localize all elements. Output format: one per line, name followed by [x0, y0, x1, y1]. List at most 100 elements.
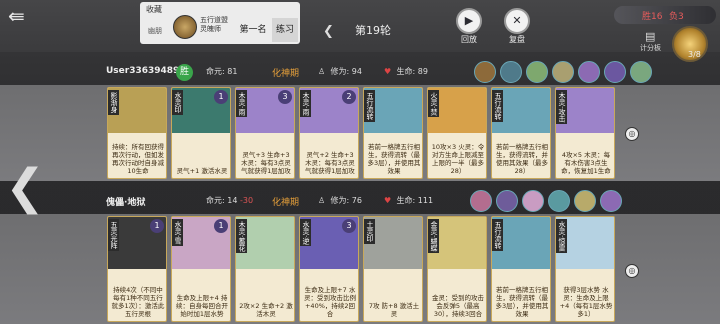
round-prev-icon[interactable]: ❮: [323, 24, 334, 39]
card[interactable]: 水灵·雪 1 生命及上限+4 持续：自身每回合开始时加1层水势: [171, 216, 231, 322]
card[interactable]: 火灵·焚 10攻×3 火灵：令对方生命上限减至上限的一半（最多28）: [427, 87, 487, 179]
collection-panel: 收藏 幽朋 五行道盟灵魄师 第一名 练习: [140, 2, 300, 44]
card[interactable]: 五灵光阵 1 持续4次（不同中每有1种不同五行就多1次）：激活此五行灵根: [107, 216, 167, 322]
card-cost: 2: [342, 90, 356, 104]
card-text: 灵气+2 生命+3 木灵：每有3点灵气就获得1层加攻: [305, 151, 355, 175]
scoreboard-icon[interactable]: ▤: [645, 30, 659, 43]
card[interactable]: 木灵·蓄花 2攻×2 生命+2 激活木灵: [235, 216, 295, 322]
card-text: 7攻 防+8 激活土灵: [368, 302, 420, 318]
hp-label: 生命:: [396, 67, 416, 76]
buff-icon[interactable]: [600, 190, 622, 212]
win-badge: 胜: [176, 64, 193, 81]
card[interactable]: 木灵·攻击 4攻×5 木灵：每有木伤害3点生命，恢复加1生命: [555, 87, 615, 179]
buff-icon[interactable]: [630, 61, 652, 83]
card-text: 若前一格牌五行相生，获得流转，并使用其效果（最多28）: [496, 143, 548, 175]
person-icon: ♙: [318, 196, 326, 205]
card[interactable]: 五行流转 若前一格牌五行相生，获得流转，并使用其效果（最多28）: [491, 87, 551, 179]
card-name: 水灵印: [172, 90, 183, 115]
card-text: 金灵：受到的攻击会反弹5（最高30），持续3回合: [432, 294, 484, 318]
card-name: 五行流转: [492, 90, 503, 122]
card-name: 水灵·逆: [300, 219, 311, 247]
hp-value: 89: [417, 67, 428, 76]
buff-icon[interactable]: [548, 190, 570, 212]
player-row-2: 傀儡·地狱 命元: 14 -30 化神期 ♙ 修为: 76 ♥ 生命: 111: [0, 190, 720, 214]
buff-icon[interactable]: [552, 61, 574, 83]
heart-icon: ♥: [384, 196, 392, 205]
card[interactable]: 影渐身 持续：所有回获得再次行动，但如发再次行动时自身减10生命: [107, 87, 167, 179]
card-cost: 3: [278, 90, 292, 104]
card-cost: 1: [214, 90, 228, 104]
player-row-1: User336394898 胜 命元: 81 化神期 ♙ 修为: 94 ♥ 生命…: [0, 61, 720, 85]
collection-avatar[interactable]: [173, 15, 197, 39]
buff-icon[interactable]: [522, 190, 544, 212]
wins-count: 胜16: [642, 12, 663, 22]
hp-stat: ♥ 生命: 89: [384, 66, 428, 77]
side-chip-icon[interactable]: ◎: [625, 264, 639, 278]
tab-practice[interactable]: 练习: [272, 18, 298, 42]
card-text: 生命及上限+7 水灵：受到攻击比例+40%，持续2回合: [304, 286, 356, 318]
chevron-left-icon[interactable]: ❮: [5, 152, 45, 222]
player-name: User336394898: [106, 66, 186, 76]
life-label: 命元:: [206, 196, 225, 205]
realm-label: 化神期: [272, 198, 300, 208]
collection-category: 幽朋: [148, 27, 162, 35]
buff-icon[interactable]: [526, 61, 548, 83]
cultivation-value: 94: [351, 67, 362, 76]
buff-icon[interactable]: [496, 190, 518, 212]
buff-icon[interactable]: [574, 190, 596, 212]
player-name: 傀儡·地狱: [106, 198, 146, 208]
top-bar: ⇚ 收藏 幽朋 五行道盟灵魄师 第一名 练习 ❮ 第19轮 ▶ 回放 ✕ 复盘 …: [0, 0, 720, 62]
card[interactable]: 五行流转 若前一格牌五行相生，获得流转（最多3层），并使用其效果: [363, 87, 423, 179]
card-name: 影渐身: [108, 90, 119, 115]
cultivation-label: 修为:: [330, 196, 350, 205]
realm-label: 化神期: [272, 69, 300, 79]
buff-icon[interactable]: [500, 61, 522, 83]
card-text: 10攻×3 火灵：令对方生命上限减至上限的一半（最多28）: [431, 143, 485, 175]
card-name: 金灵·蝴蝶: [428, 219, 439, 254]
buff-icons: [470, 190, 622, 214]
card[interactable]: 木灵·雨 3 灵气+3 生命+3 木灵：每有3点灵气就获得1层加攻: [235, 87, 295, 179]
card[interactable]: 水灵·逆 3 生命及上限+7 水灵：受到攻击比例+40%，持续2回合: [299, 216, 359, 322]
card[interactable]: 金灵·蝴蝶 金灵：受到的攻击会反弹5（最高30），持续3回合: [427, 216, 487, 322]
win-loss-bar: 胜16 负3: [614, 6, 716, 24]
buff-icon[interactable]: [604, 61, 626, 83]
collection-label: 收藏: [146, 5, 162, 14]
buff-icon[interactable]: [578, 61, 600, 83]
card[interactable]: 五行流转 若前一格牌五行相生，获得流转（最多3层），并使用其效果: [491, 216, 551, 322]
card-text: 2攻×2 生命+2 激活木灵: [239, 302, 293, 318]
card-name: 五灵光阵: [108, 219, 119, 251]
cultivation-value: 76: [351, 196, 362, 205]
card-name: 木灵·蓄花: [236, 219, 247, 254]
card-name: 木灵·雨: [300, 90, 311, 118]
back-arrow-icon[interactable]: ⇚: [8, 5, 44, 27]
side-chip-icon[interactable]: ◎: [625, 127, 639, 141]
card[interactable]: 水灵·惊雷 获得3层水势 水灵：生命及上限+4（每有1层水势多1）: [555, 216, 615, 322]
person-icon: ♙: [318, 67, 326, 76]
card-text: 灵气+1 激活水灵: [176, 167, 228, 175]
heart-icon: ♥: [384, 67, 392, 76]
card[interactable]: 土灵印 7攻 防+8 激活土灵: [363, 216, 423, 322]
buff-icon[interactable]: [474, 61, 496, 83]
buff-icon[interactable]: [470, 190, 492, 212]
card[interactable]: 水灵印 1 灵气+1 激活水灵: [171, 87, 231, 179]
card-cost: 1: [214, 219, 228, 233]
scoreboard-label[interactable]: 计分板: [640, 43, 661, 53]
card-cost: 3: [342, 219, 356, 233]
card-text: 获得3层水势 水灵：生命及上限+4（每有1层水势多1）: [559, 286, 613, 318]
replay-button[interactable]: ▶: [456, 8, 482, 34]
card-cost: 1: [150, 219, 164, 233]
card-name: 土灵印: [364, 219, 375, 244]
collection-title: 五行道盟灵魄师: [200, 16, 228, 33]
replay-label: 回放: [461, 35, 477, 44]
card[interactable]: 木灵·雨 2 灵气+2 生命+3 木灵：每有3点灵气就获得1层加攻: [299, 87, 359, 179]
card-row-player-2: 五灵光阵 1 持续4次（不同中每有1种不同五行就多1次）：激活此五行灵根 水灵·…: [0, 214, 720, 324]
card-text: 若前一格牌五行相生，获得流转（最多3层），并使用其效果: [367, 143, 421, 175]
card-name: 水灵·惊雷: [556, 219, 567, 254]
card-name: 五行流转: [492, 219, 503, 251]
tab-first-place[interactable]: 第一名: [236, 18, 270, 42]
buff-icons: [474, 61, 652, 85]
hp-label: 生命:: [396, 196, 416, 205]
review-button[interactable]: ✕: [504, 8, 530, 34]
life-stat: 命元: 14 -30: [206, 195, 253, 206]
close-icon: ✕: [512, 14, 522, 27]
